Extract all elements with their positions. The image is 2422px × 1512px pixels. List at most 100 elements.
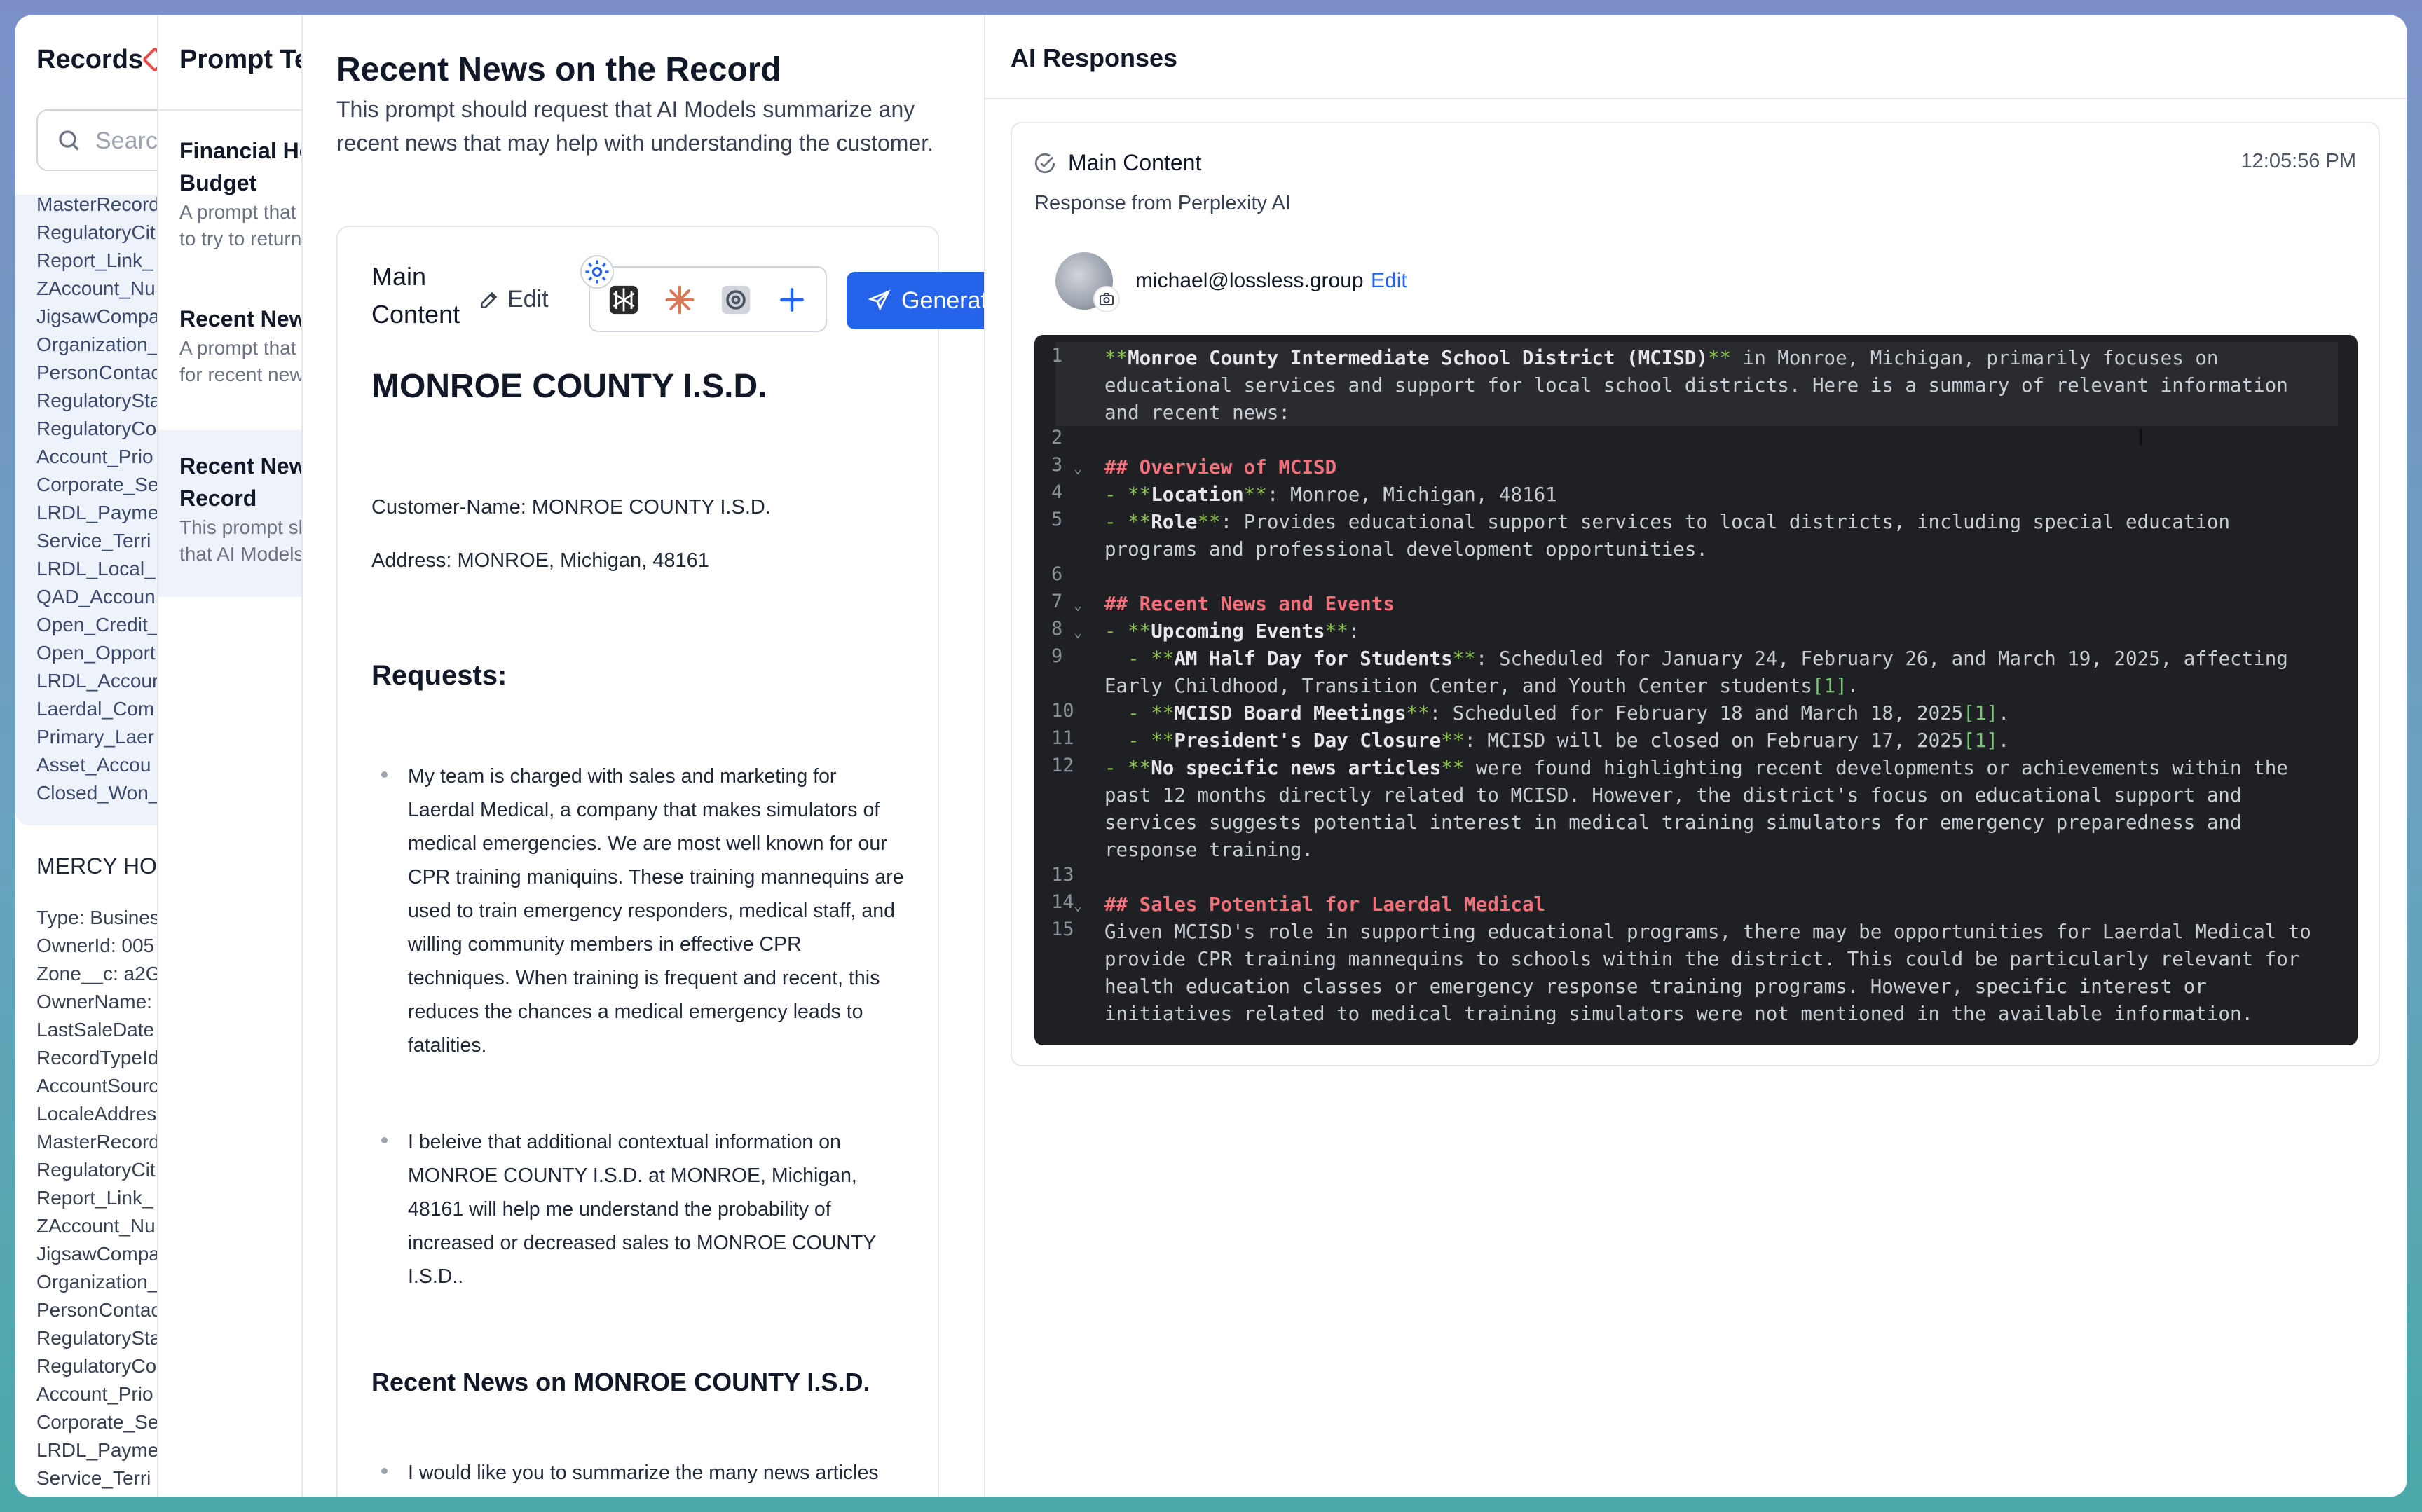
chevron-down-icon[interactable]: ⌄: [1074, 897, 1082, 914]
list-item: I would like you to summarize the many n…: [381, 1456, 907, 1497]
record-field: Open_Opport: [36, 642, 156, 664]
template-item-recent-news-record[interactable]: Recent News on the Record This prompt sh…: [158, 430, 303, 597]
news-heading: Recent News on MONROE COUNTY I.S.D.: [371, 1368, 870, 1396]
record-field: MasterRecord: [36, 1131, 158, 1153]
bullet-text: I would like you to summarize the many n…: [408, 1462, 884, 1497]
code-text: ## Recent News and Events: [1104, 593, 1395, 615]
claude-model-icon[interactable]: [664, 284, 695, 315]
template-desc-line2: to try to return: [179, 228, 302, 249]
code-text: response training.: [1104, 839, 1314, 861]
plus-icon[interactable]: [776, 284, 807, 315]
record-field: LastSaleDate: [36, 1019, 155, 1040]
section-label-line1: Main: [371, 262, 427, 291]
line-number: 6: [1051, 563, 1063, 585]
generate-button[interactable]: Generate: [847, 272, 984, 329]
gear-icon: [585, 260, 609, 284]
record-field: AccountSource: [36, 1075, 158, 1097]
response-card-title: Main Content: [1068, 150, 1202, 175]
edit-label: Edit: [507, 286, 549, 312]
line-number: 1: [1051, 345, 1063, 366]
text-cursor-icon: I: [2137, 425, 2144, 450]
user-email: michael@lossless.group: [1135, 269, 1364, 292]
responses-header: AI Responses: [985, 15, 2407, 99]
record-field: Report_Link_: [36, 249, 153, 271]
record-field: RegulatoryCo: [36, 418, 157, 439]
record-name[interactable]: MERCY HOSPITAL: [36, 853, 157, 879]
bullet-text: My team is charged with sales and market…: [408, 765, 904, 1057]
camera-icon[interactable]: [1093, 286, 1120, 312]
record-field: RegulatoryCit: [36, 1159, 156, 1181]
section-label-line2: Content: [371, 300, 460, 329]
code-text: - **AM Half Day for Students**: Schedule…: [1128, 647, 2288, 670]
code-text: **Monroe County Intermediate School Dist…: [1104, 347, 2219, 369]
prompt-description: This prompt should request that AI Model…: [336, 97, 934, 156]
record-field: QAD_Accoun: [36, 586, 156, 607]
avatar[interactable]: [1055, 252, 1120, 312]
prompt-editor-panel: Recent News on the Record This prompt sh…: [303, 15, 985, 1497]
record-field: LRDL_Payme: [36, 502, 158, 523]
chevron-down-icon[interactable]: ⌄: [1074, 624, 1082, 640]
record-field: ZAccount_Nu: [36, 1215, 156, 1237]
record-field: PersonContac: [36, 362, 158, 383]
list-item: I beleive that additional contextual inf…: [381, 1125, 907, 1293]
record-field: Service_Terri: [36, 1467, 151, 1489]
template-item-recent-news[interactable]: Recent News A prompt that for recent new…: [158, 303, 303, 401]
record-field: Corporate_Se: [36, 474, 158, 495]
records-search-input[interactable]: Search: [36, 109, 158, 171]
code-text: - **MCISD Board Meetings**: Scheduled fo…: [1128, 702, 2010, 724]
openai-model-icon[interactable]: [720, 284, 751, 315]
ai-responses-panel: AI Responses Main Content 12:05:56 PM Re…: [985, 15, 2407, 1497]
record-field: Service_Terri: [36, 530, 151, 551]
code-text: Given MCISD's role in supporting educati…: [1104, 921, 2311, 943]
template-title: Financial Health: [179, 138, 301, 163]
requests-heading: Requests:: [371, 660, 507, 691]
record-field: LRDL_Local_: [36, 1492, 157, 1497]
record-field: Corporate_Se: [36, 1411, 158, 1433]
record-field: RegulatoryCit: [36, 221, 156, 243]
record-field: LocaleAddress: [36, 1103, 158, 1125]
records-title: Records: [36, 45, 144, 74]
template-title-line2: Record: [179, 486, 257, 511]
record-field: Organization_: [36, 1271, 158, 1293]
record-field: Laerdal_Com: [36, 698, 155, 720]
chevron-down-icon[interactable]: ⌄: [1074, 460, 1082, 476]
response-code-block[interactable]: 1 **Monroe County Intermediate School Dis…: [1034, 335, 2358, 1045]
bullet-text: I beleive that additional contextual inf…: [408, 1131, 876, 1288]
email-edit-link[interactable]: Edit: [1371, 269, 1407, 293]
prompt-templates-panel: Prompt Templates Financial Health Budget…: [158, 15, 303, 1497]
line-number: 9: [1051, 645, 1063, 667]
record-field: Open_Credit_: [36, 614, 158, 635]
template-desc: A prompt that: [179, 337, 296, 359]
record-fields-list: MasterRecord RegulatoryCit Report_Link_ ZAc…: [36, 191, 158, 807]
prompt-title: Recent News on the Record: [336, 51, 781, 88]
code-text: - **Upcoming Events**:: [1104, 620, 1360, 642]
settings-button[interactable]: [580, 255, 614, 289]
template-item-financial-health[interactable]: Financial Health Budget A prompt that to…: [158, 135, 301, 249]
chevron-down-icon[interactable]: ⌄: [1074, 596, 1082, 613]
record-field: PersonContac: [36, 1299, 158, 1321]
line-number: 12: [1051, 755, 1074, 776]
record-field: Zone__c: a2G: [36, 963, 158, 984]
line-number: 15: [1051, 919, 1074, 940]
search-placeholder: Search: [95, 128, 158, 154]
code-text: health education classes or emergency re…: [1104, 975, 2207, 998]
edit-button[interactable]: Edit: [478, 286, 549, 313]
template-desc-line2: that AI Models: [179, 543, 303, 565]
list-item: My team is charged with sales and market…: [381, 760, 907, 1062]
code-text: Early Childhood, Transition Center, and …: [1104, 675, 1859, 697]
model-selector[interactable]: [580, 255, 827, 332]
code-text: initiatives related to medical training …: [1104, 1003, 2254, 1025]
template-desc-line2: for recent news: [179, 364, 303, 385]
app-window: Records Search MasterRecord RegulatoryCit…: [15, 15, 2407, 1497]
record-field: Asset_Accou: [36, 754, 151, 776]
records-diamond-icon[interactable]: [142, 46, 157, 73]
response-card: Main Content 12:05:56 PM Response from P…: [1011, 122, 2380, 1066]
record-field: LRDL_Payme: [36, 1439, 158, 1461]
record-field: Closed_Won_: [36, 782, 158, 804]
code-text: services suggests potential interest in …: [1104, 811, 2242, 834]
code-text: ## Overview of MCISD: [1104, 456, 1337, 479]
template-desc: A prompt that: [179, 201, 296, 223]
generate-label: Generate: [901, 287, 984, 314]
perplexity-model-icon[interactable]: [608, 284, 639, 315]
address-line: Address: MONROE, Michigan, 48161: [371, 549, 709, 572]
